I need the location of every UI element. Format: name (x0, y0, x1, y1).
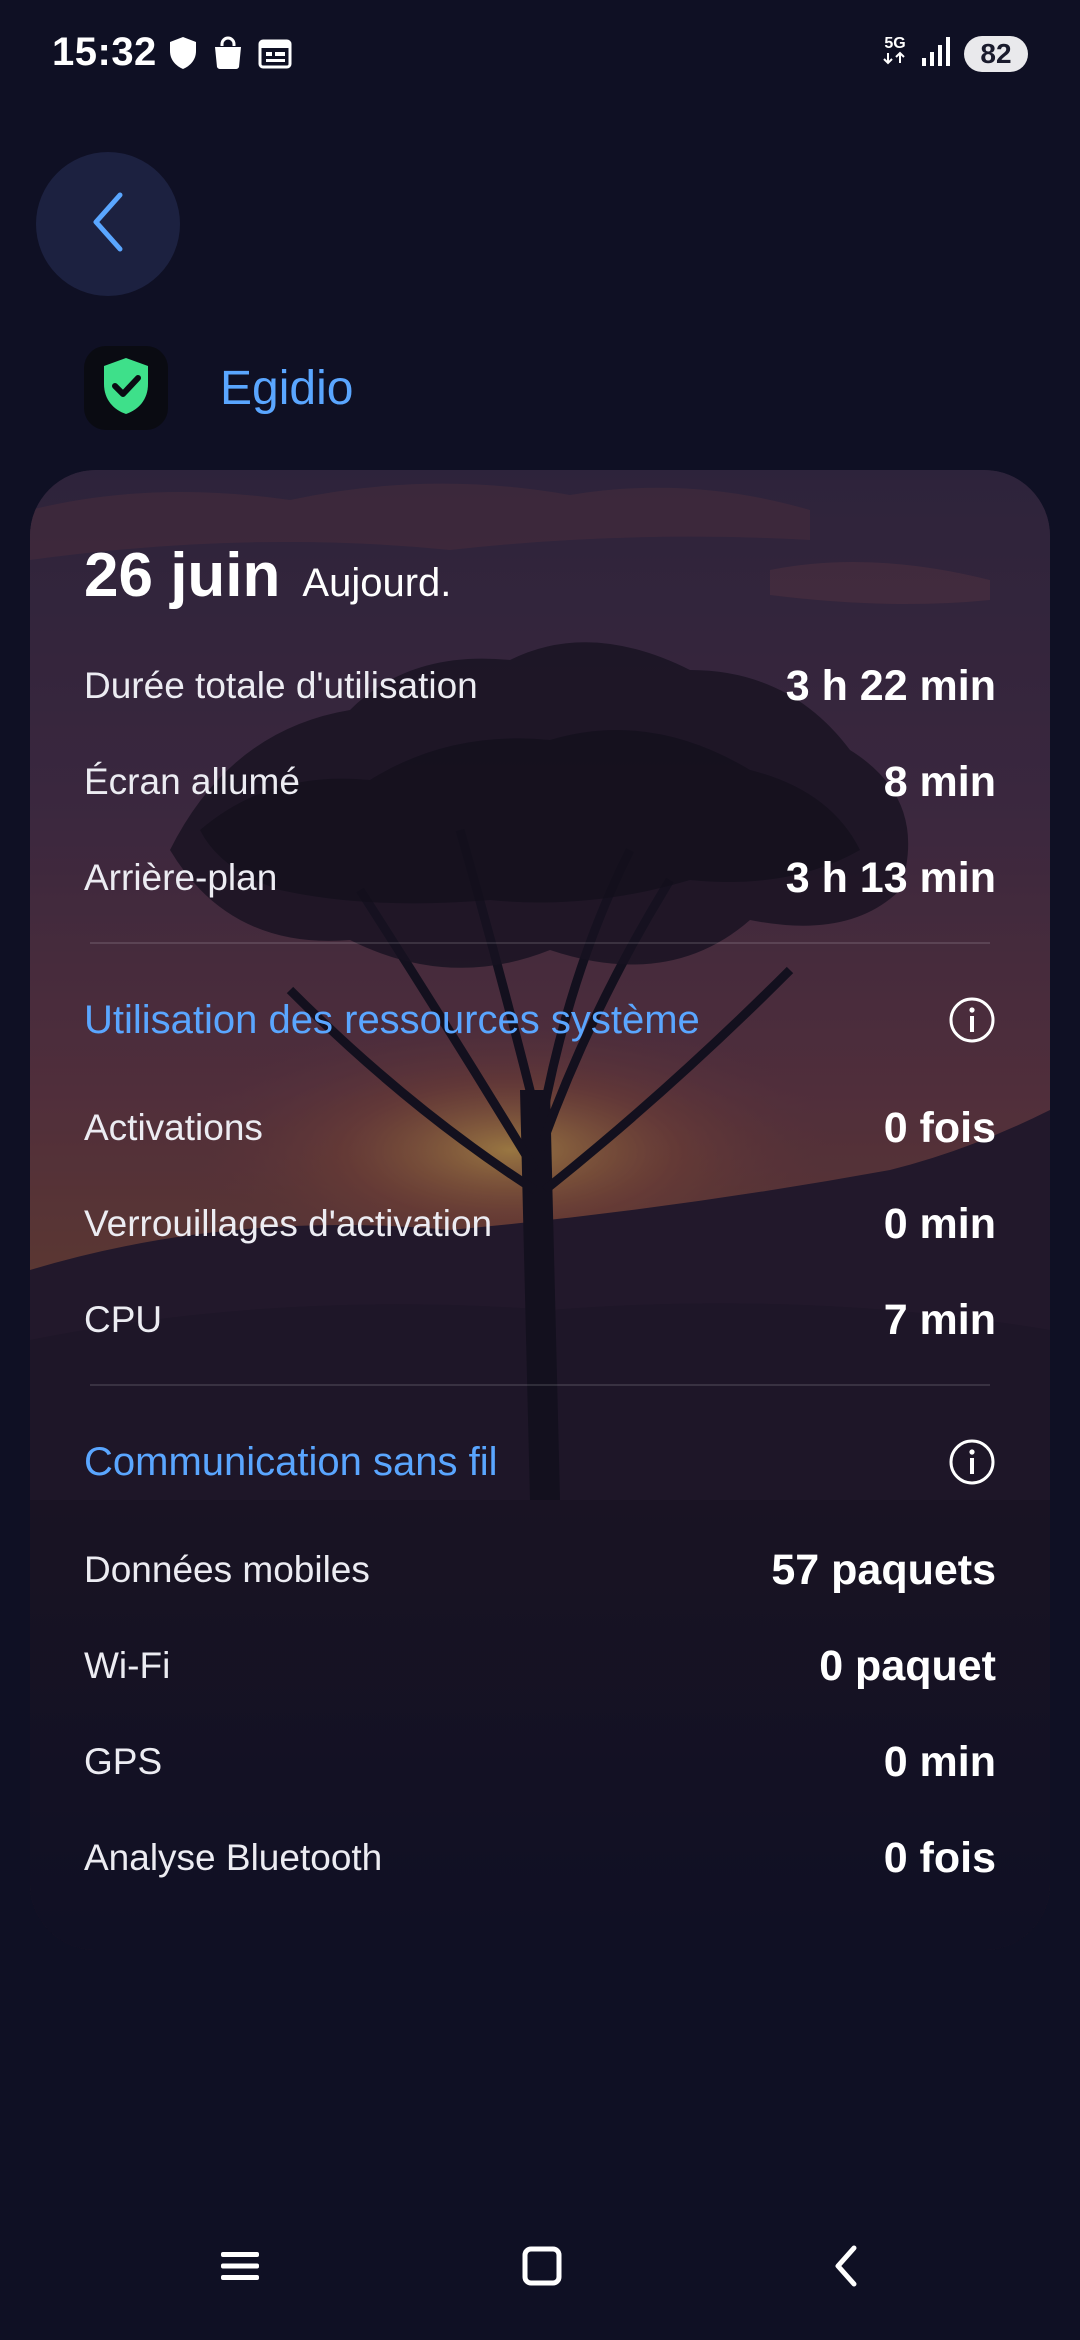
row-value: 0 min (883, 1737, 996, 1786)
back-button[interactable] (36, 152, 180, 296)
section-title: Utilisation des ressources système (84, 997, 700, 1042)
row-label: Écran allumé (84, 761, 300, 802)
chevron-left-icon (88, 191, 128, 258)
section-wireless: Communication sans fil (84, 1432, 996, 1492)
row-value: 0 min (883, 1199, 996, 1248)
app-icon (84, 346, 168, 430)
row-value: 8 min (883, 757, 996, 806)
wireless-row-mobile-data: Données mobiles 57 paquets (84, 1540, 996, 1600)
section-system-resources: Utilisation des ressources système (84, 990, 996, 1050)
shield-icon (168, 36, 198, 70)
info-icon[interactable] (948, 996, 996, 1044)
row-label: Données mobiles (84, 1549, 370, 1590)
usage-row-background: Arrière-plan 3 h 13 min (84, 848, 996, 908)
row-value: 7 min (883, 1295, 996, 1344)
row-value: 0 fois (883, 1103, 996, 1152)
menu-icon (219, 2249, 261, 2288)
row-value: 3 h 22 min (785, 661, 996, 710)
app-header: Egidio (84, 346, 353, 430)
row-label: Verrouillages d'activation (84, 1203, 493, 1244)
app-name: Egidio (220, 361, 354, 415)
network-indicator: 5G (880, 35, 910, 70)
resource-row-wakelocks: Verrouillages d'activation 0 min (84, 1194, 996, 1254)
row-value: 0 paquet (819, 1641, 996, 1690)
divider (90, 1384, 990, 1386)
date-label: 26 juin (84, 541, 281, 610)
row-value: 3 h 13 min (785, 853, 996, 902)
row-label: Analyse Bluetooth (84, 1837, 383, 1878)
section-title: Communication sans fil (84, 1439, 498, 1484)
shield-check-icon (100, 356, 152, 421)
wireless-row-gps: GPS 0 min (84, 1732, 996, 1792)
wireless-row-bluetooth: Analyse Bluetooth 0 fois (84, 1828, 996, 1888)
navigation-bar (0, 2220, 1080, 2310)
shopping-bag-icon (212, 36, 244, 70)
row-label: Arrière-plan (84, 857, 278, 898)
home-button[interactable] (512, 2238, 572, 2298)
status-icons-right: 5G 82 (880, 34, 1028, 73)
status-time: 15:32 (52, 30, 157, 74)
signal-icon (920, 34, 954, 73)
network-label: 5G (884, 35, 906, 52)
home-square-icon (522, 2246, 562, 2291)
date-sub-label: Aujourd. (302, 561, 452, 605)
row-value: 0 fois (883, 1833, 996, 1882)
divider (90, 942, 990, 944)
wireless-row-wifi: Wi-Fi 0 paquet (84, 1636, 996, 1696)
row-value: 57 paquets (771, 1545, 996, 1594)
usage-row-screen-on: Écran allumé 8 min (84, 752, 996, 812)
calendar-icon (258, 37, 292, 69)
usage-card: 26 juin Aujourd. Durée totale d'utilisat… (30, 470, 1050, 1950)
row-label: CPU (84, 1299, 163, 1340)
resource-row-activations: Activations 0 fois (84, 1098, 996, 1158)
row-label: Activations (84, 1107, 263, 1148)
status-icons-left (168, 36, 292, 70)
row-label: Durée totale d'utilisation (84, 665, 478, 706)
date-header: 26 juin Aujourd. (84, 540, 451, 611)
battery-indicator: 82 (964, 35, 1028, 72)
recents-button[interactable] (210, 2238, 270, 2298)
nav-back-button[interactable] (816, 2238, 876, 2298)
data-arrows-icon (883, 51, 905, 65)
info-icon[interactable] (948, 1438, 996, 1486)
row-label: Wi-Fi (84, 1645, 171, 1686)
resource-row-cpu: CPU 7 min (84, 1290, 996, 1350)
row-label: GPS (84, 1741, 163, 1782)
back-chevron-icon (832, 2244, 860, 2293)
usage-row-total: Durée totale d'utilisation 3 h 22 min (84, 656, 996, 716)
card-content: 26 juin Aujourd. Durée totale d'utilisat… (30, 470, 1050, 1950)
status-bar: 15:32 5G 82 (0, 0, 1080, 110)
